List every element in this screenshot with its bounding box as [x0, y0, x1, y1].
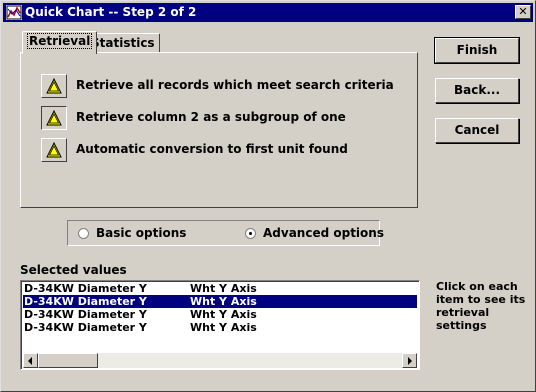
advanced-options-label: Advanced options [263, 226, 384, 240]
cancel-button[interactable]: Cancel [435, 118, 519, 143]
retrieval-panel: Retrieve all records which meet search c… [20, 52, 418, 208]
options-mode-group: Basic options Advanced options [67, 220, 384, 246]
retrieval-option-label: Retrieve all records which meet search c… [76, 78, 394, 92]
tab-retrieval[interactable]: Retrieval [22, 31, 98, 54]
horizontal-scrollbar[interactable] [23, 353, 417, 368]
list-item-name: D-34KW Diameter Y [24, 295, 147, 308]
list-item[interactable]: D-34KW Diameter Y Wht Y Axis [23, 321, 417, 334]
retrieve-all-records-button[interactable] [41, 74, 67, 98]
close-button[interactable]: ✕ [515, 5, 531, 19]
quick-chart-dialog: Quick Chart -- Step 2 of 2 ✕ Retrieval S… [0, 0, 536, 392]
basic-options-label: Basic options [96, 226, 187, 240]
warning-icon [46, 78, 62, 94]
close-icon: ✕ [518, 5, 528, 18]
finish-button[interactable]: Finish [434, 37, 520, 64]
scroll-thumb[interactable] [38, 353, 98, 368]
window-title: Quick Chart -- Step 2 of 2 [25, 5, 197, 19]
retrieval-option-label: Automatic conversion to first unit found [76, 142, 348, 156]
tab-statistics[interactable]: Statistics [86, 33, 160, 53]
retrieval-option-label: Retrieve column 2 as a subgroup of one [76, 110, 346, 124]
arrow-right-icon [408, 357, 412, 365]
radio-dot [249, 232, 252, 235]
warning-icon [46, 110, 62, 126]
warning-icon [46, 142, 62, 158]
tab-statistics-label: Statistics [91, 36, 155, 50]
list-item-name: D-34KW Diameter Y [24, 321, 147, 334]
list-item-axis: Wht Y Axis [190, 308, 257, 321]
title-bar: Quick Chart -- Step 2 of 2 ✕ [3, 3, 533, 22]
chart-app-icon [6, 5, 22, 20]
list-item[interactable]: D-34KW Diameter Y Wht Y Axis [23, 308, 417, 321]
list-item-axis: Wht Y Axis [190, 321, 257, 334]
list-item-selected[interactable]: D-34KW Diameter Y Wht Y Axis [23, 295, 417, 308]
retrieve-subgroup-button[interactable] [41, 106, 67, 130]
scroll-right-button[interactable] [402, 353, 417, 368]
selected-values-label: Selected values [20, 263, 127, 277]
selected-values-list[interactable]: D-34KW Diameter Y Wht Y Axis D-34KW Diam… [20, 280, 420, 370]
auto-conversion-button[interactable] [41, 138, 67, 162]
list-item-name: D-34KW Diameter Y [24, 308, 147, 321]
radio-circle [78, 228, 89, 239]
help-text: Click on each item to see its retrieval … [436, 280, 526, 332]
arrow-left-icon [28, 357, 32, 365]
list-item-axis: Wht Y Axis [190, 282, 257, 295]
list-item[interactable]: D-34KW Diameter Y Wht Y Axis [23, 282, 417, 295]
list-item-axis: Wht Y Axis [190, 295, 257, 308]
back-button[interactable]: Back... [435, 78, 519, 103]
radio-circle-checked [245, 228, 256, 239]
list-item-name: D-34KW Diameter Y [24, 282, 147, 295]
scroll-left-button[interactable] [23, 353, 38, 368]
tab-retrieval-label: Retrieval [27, 33, 93, 49]
